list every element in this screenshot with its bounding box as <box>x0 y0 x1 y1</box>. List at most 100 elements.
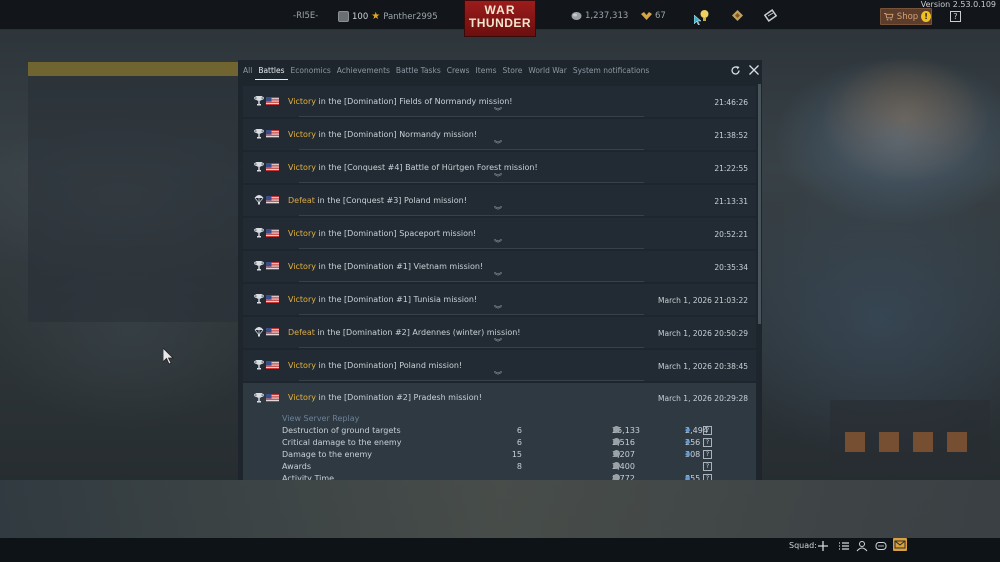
trophy-icon <box>254 294 264 304</box>
stat-name: Damage to the enemy <box>282 450 372 459</box>
notification-time: March 1, 2026 20:29:28 <box>658 394 748 403</box>
top-bar: -RI5E- 100 ★ Panther2995 WAR THUNDER 1,2… <box>0 0 1000 37</box>
squad-label: Squad: <box>789 541 817 550</box>
expanded-notification[interactable]: Victory in the [Domination #2] Pradesh m… <box>243 383 756 480</box>
mouse-cursor-icon <box>163 348 174 365</box>
battle-result: Victory <box>288 262 316 271</box>
golden-eagles-balance[interactable]: 67 <box>641 11 666 21</box>
game-logo: WAR THUNDER <box>464 0 536 37</box>
help-icon[interactable]: ? <box>703 474 712 480</box>
notification-tabs: All Battles Economics Achievements Battl… <box>238 60 762 80</box>
battle-pass-icon[interactable] <box>764 9 777 22</box>
notification-row[interactable]: Defeat in the [Conquest #3] Poland missi… <box>243 185 756 216</box>
tab-battles[interactable]: Battles <box>255 60 288 80</box>
reward-stat-row: Destruction of ground targets 6 25,133 2,49… <box>282 426 712 438</box>
expand-chevron-icon[interactable]: ︾ <box>494 339 502 347</box>
tab-system-notifications[interactable]: System notifications <box>570 60 652 80</box>
trophy-icon <box>254 360 264 370</box>
battle-description: in the [Conquest #4] Battle of Hürtgen F… <box>315 163 538 172</box>
tab-achievements[interactable]: Achievements <box>334 60 393 80</box>
player-level: 100 <box>352 11 369 22</box>
tab-items[interactable]: Items <box>473 60 500 80</box>
view-server-replay-link[interactable]: View Server Replay <box>282 414 359 423</box>
tab-crews[interactable]: Crews <box>444 60 473 80</box>
version-label: Version 2.53.0.109 <box>920 0 996 9</box>
row-divider <box>299 281 644 282</box>
tab-world-war[interactable]: World War <box>525 60 570 80</box>
notification-row[interactable]: Victory in the [Domination #1] Tunisia m… <box>243 284 756 315</box>
notification-message: Victory in the [Conquest #4] Battle of H… <box>288 163 538 172</box>
notification-time: March 1, 2026 20:50:29 <box>658 329 748 338</box>
expand-chevron-icon[interactable]: ︾ <box>494 372 502 380</box>
squadron-icon[interactable] <box>731 9 744 22</box>
contacts-icon[interactable] <box>856 540 868 552</box>
add-squad-member-icon[interactable] <box>817 540 829 552</box>
stat-count: 6 <box>516 426 522 435</box>
bottom-bar: Squad: <box>0 538 1000 562</box>
row-divider <box>299 248 644 249</box>
tab-economics[interactable]: Economics <box>288 60 334 80</box>
notification-row[interactable]: Defeat in the [Domination #2] Ardennes (… <box>243 317 756 348</box>
expand-chevron-icon[interactable]: ︾ <box>494 141 502 149</box>
help-icon[interactable]: ? <box>703 438 712 447</box>
row-divider <box>299 215 644 216</box>
expand-chevron-icon[interactable]: ︾ <box>494 207 502 215</box>
expand-chevron-icon[interactable]: ︾ <box>494 108 502 116</box>
tab-battle-tasks[interactable]: Battle Tasks <box>393 60 444 80</box>
usa-flag-icon <box>266 229 279 237</box>
research-points-icon: ◆ <box>685 438 691 446</box>
silver-lions-icon <box>613 438 620 445</box>
notification-row[interactable]: Victory in the [Domination] Poland missi… <box>243 350 756 381</box>
expand-chevron-icon[interactable]: ︾ <box>494 174 502 182</box>
trophy-icon <box>254 228 264 238</box>
silver-lions-icon <box>613 450 620 457</box>
notification-message: Victory in the [Domination #2] Pradesh m… <box>288 393 482 402</box>
notification-row[interactable]: Victory in the [Domination] Spaceport mi… <box>243 218 756 249</box>
trophy-icon <box>254 96 264 106</box>
mail-button[interactable] <box>893 538 907 551</box>
list-icon[interactable] <box>838 540 850 552</box>
tab-store[interactable]: Store <box>500 60 526 80</box>
help-icon[interactable]: ? <box>703 462 712 471</box>
notification-row[interactable]: Victory in the [Domination #1] Vietnam m… <box>243 251 756 282</box>
research-points-icon: ◆ <box>685 426 691 434</box>
notification-time: 20:52:21 <box>714 230 748 239</box>
help-button[interactable]: ? <box>950 11 961 22</box>
expand-chevron-icon[interactable]: ︾ <box>494 306 502 314</box>
avatar <box>338 11 349 22</box>
notification-time: 20:35:34 <box>714 263 748 272</box>
silver-lions-amount: 1,237,313 <box>585 11 629 21</box>
envelope-icon <box>894 540 906 549</box>
usa-flag-icon <box>266 394 279 402</box>
battle-description: in the [Domination] Normandy mission! <box>315 130 478 139</box>
stat-name: Awards <box>282 462 311 471</box>
notification-message: Victory in the [Domination] Fields of No… <box>288 97 513 106</box>
usa-flag-icon <box>266 361 279 369</box>
notification-message: Victory in the [Domination] Poland missi… <box>288 361 462 370</box>
trophy-icon <box>254 162 264 172</box>
player-profile[interactable]: 100 ★ Panther2995 <box>338 11 438 22</box>
expand-chevron-icon[interactable]: ︾ <box>494 273 502 281</box>
chat-icon[interactable] <box>875 540 887 552</box>
help-icon[interactable]: ? <box>703 450 712 459</box>
battle-result: Victory <box>288 229 316 238</box>
usa-flag-icon <box>266 163 279 171</box>
notification-row[interactable]: Victory in the [Conquest #4] Battle of H… <box>243 152 756 183</box>
notification-message: Victory in the [Domination #1] Tunisia m… <box>288 295 477 304</box>
usa-flag-icon <box>266 130 279 138</box>
refresh-icon[interactable] <box>730 65 741 76</box>
expand-chevron-icon[interactable]: ︾ <box>494 240 502 248</box>
cart-icon <box>884 12 894 21</box>
row-divider <box>299 149 644 150</box>
silver-lions-balance[interactable]: 1,237,313 <box>571 11 628 21</box>
help-icon[interactable]: ? <box>703 426 712 435</box>
notification-row[interactable]: Victory in the [Domination] Normandy mis… <box>243 119 756 150</box>
shop-button[interactable]: Shop ! <box>880 8 932 25</box>
scrollbar[interactable] <box>758 84 761 324</box>
parachute-icon <box>254 327 264 337</box>
close-icon[interactable] <box>748 64 760 76</box>
battle-description: in the [Domination] Spaceport mission! <box>315 229 477 238</box>
tab-all[interactable]: All <box>240 60 255 80</box>
notification-row[interactable]: Victory in the [Domination] Fields of No… <box>243 86 756 117</box>
stat-name: Activity Time <box>282 474 335 480</box>
